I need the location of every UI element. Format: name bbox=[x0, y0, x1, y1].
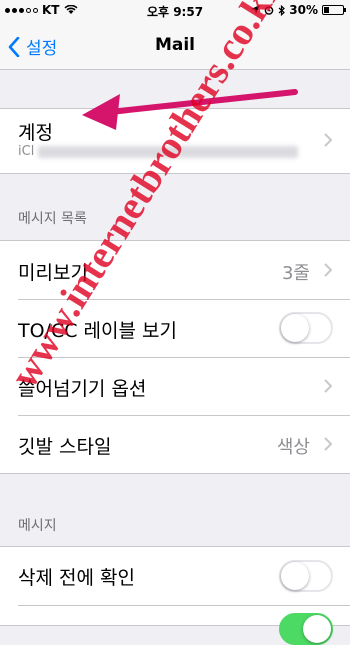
toggle-knob bbox=[281, 314, 309, 342]
chevron-right-icon bbox=[324, 379, 332, 393]
battery-percent: 30% bbox=[289, 3, 318, 17]
ask-before-deleting-toggle[interactable] bbox=[279, 560, 333, 592]
toggle-knob bbox=[303, 615, 331, 643]
chevron-right-icon bbox=[324, 437, 332, 451]
chevron-right-icon bbox=[324, 133, 332, 147]
next-row-toggle[interactable] bbox=[279, 613, 333, 645]
accounts-label: 계정 bbox=[18, 122, 53, 144]
section-header-message-list: 메시지 목록 bbox=[18, 211, 87, 227]
messages-group: 삭제 전에 확인 bbox=[0, 546, 350, 645]
battery-icon bbox=[322, 5, 346, 15]
ask-before-deleting-label: 삭제 전에 확인 bbox=[18, 567, 135, 589]
toggle-knob bbox=[281, 562, 309, 590]
row-divider bbox=[18, 605, 350, 606]
battery-fill bbox=[324, 7, 329, 13]
flag-style-value: 색상 bbox=[276, 437, 310, 458]
ask-before-deleting-row: 삭제 전에 확인 bbox=[0, 547, 350, 605]
show-to-cc-toggle[interactable] bbox=[279, 312, 333, 344]
flag-style-label: 깃발 스타일 bbox=[18, 436, 112, 458]
accounts-detail: iCl bbox=[18, 144, 35, 159]
flag-style-row[interactable]: 깃발 스타일 색상 bbox=[0, 416, 350, 473]
status-bar: KT 오후 9:57 30% bbox=[0, 0, 350, 22]
navigation-bar: 설정 Mail bbox=[0, 22, 350, 70]
section-header-messages: 메시지 bbox=[18, 518, 57, 534]
page-title: Mail bbox=[154, 35, 196, 55]
preview-value: 3줄 bbox=[281, 263, 310, 284]
chevron-right-icon bbox=[324, 263, 332, 277]
